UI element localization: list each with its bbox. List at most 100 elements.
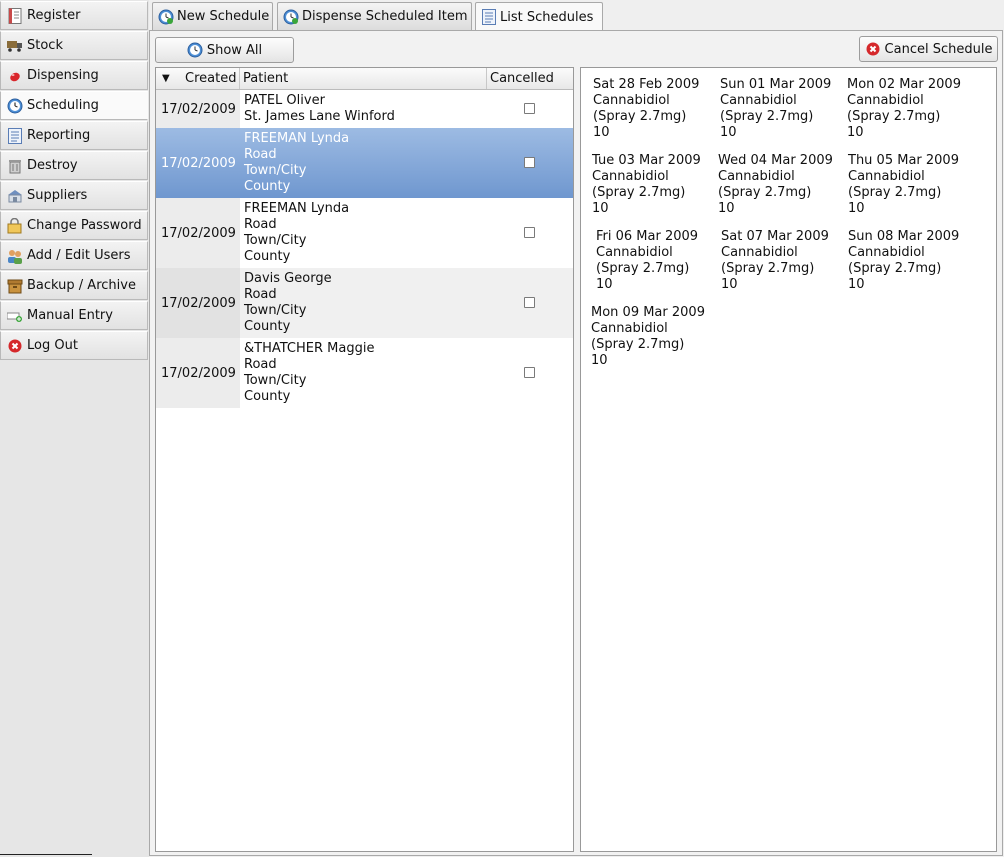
entry-drug: Cannabidiol: [847, 93, 924, 108]
created-cell: 17/02/2009: [161, 155, 236, 171]
schedule-entry[interactable]: Thu 05 Mar 2009 Cannabidiol (Spray 2.7mg…: [848, 153, 959, 217]
entry-date: Thu 05 Mar 2009: [848, 153, 959, 168]
table-row[interactable]: 17/02/2009 FREEMAN Lynda Road Town/City …: [156, 198, 573, 268]
patient-town: Town/City: [244, 233, 307, 248]
sidebar-item-reporting[interactable]: Reporting: [0, 121, 148, 150]
sidebar-item-label: Change Password: [27, 218, 142, 233]
entry-form: (Spray 2.7mg): [848, 261, 942, 276]
cancelled-checkbox[interactable]: [524, 297, 535, 308]
sidebar-item-scheduling[interactable]: Scheduling: [0, 91, 148, 120]
entry-drug: Cannabidiol: [596, 245, 673, 260]
sidebar-item-log-out[interactable]: Log Out: [0, 331, 148, 360]
sidebar-item-add-edit-users[interactable]: Add / Edit Users: [0, 241, 148, 270]
created-cell: 17/02/2009: [156, 338, 240, 408]
sidebar-item-label: Register: [27, 8, 81, 23]
sidebar: Register Stock Dispensing Scheduling Rep…: [0, 0, 149, 857]
schedule-entry[interactable]: Mon 09 Mar 2009 Cannabidiol (Spray 2.7mg…: [591, 305, 705, 369]
table-row[interactable]: 17/02/2009 PATEL Oliver St. James Lane W…: [156, 90, 573, 128]
sidebar-item-register[interactable]: Register: [0, 1, 148, 30]
patient-name: FREEMAN Lynda: [244, 131, 350, 146]
archive-icon: [7, 278, 23, 294]
entry-drug: Cannabidiol: [593, 93, 670, 108]
clock-dispense-icon: [283, 9, 299, 25]
entry-form: (Spray 2.7mg): [593, 109, 687, 124]
cancelled-checkbox[interactable]: [524, 367, 535, 378]
created-cell: 17/02/2009: [156, 90, 240, 128]
sidebar-divider: [0, 854, 92, 855]
cancelled-checkbox[interactable]: [524, 227, 535, 238]
entry-date: Fri 06 Mar 2009: [596, 229, 699, 244]
sidebar-item-backup-archive[interactable]: Backup / Archive: [0, 271, 148, 300]
sidebar-item-destroy[interactable]: Destroy: [0, 151, 148, 180]
truck-icon: [7, 38, 23, 54]
logout-icon: [7, 338, 23, 354]
tab-list-schedules[interactable]: List Schedules: [475, 2, 603, 31]
entry-date: Wed 04 Mar 2009: [718, 153, 833, 168]
column-created[interactable]: ▼ Created: [156, 68, 240, 89]
patient-town: Town/City: [244, 303, 307, 318]
table-header: ▼ Created Patient Cancelled: [156, 68, 573, 90]
schedule-entry[interactable]: Sun 01 Mar 2009 Cannabidiol (Spray 2.7mg…: [720, 77, 831, 141]
entry-drug: Cannabidiol: [592, 169, 669, 184]
schedule-entry[interactable]: Sun 08 Mar 2009 Cannabidiol (Spray 2.7mg…: [848, 229, 959, 293]
column-cancelled[interactable]: Cancelled: [487, 68, 573, 89]
sidebar-item-label: Manual Entry: [27, 308, 113, 323]
schedule-entry[interactable]: Sat 28 Feb 2009 Cannabidiol (Spray 2.7mg…: [593, 77, 699, 141]
schedule-entry[interactable]: Wed 04 Mar 2009 Cannabidiol (Spray 2.7mg…: [718, 153, 833, 217]
column-patient-label: Patient: [243, 71, 289, 86]
sidebar-item-manual-entry[interactable]: Manual Entry: [0, 301, 148, 330]
sidebar-item-dispensing[interactable]: Dispensing: [0, 61, 148, 90]
table-row[interactable]: 17/02/2009 &THATCHER Maggie Road Town/Ci…: [156, 338, 573, 408]
patient-county: County: [244, 389, 291, 404]
patient-name: &THATCHER Maggie: [244, 341, 375, 356]
tab-dispense-scheduled-item[interactable]: Dispense Scheduled Item: [277, 2, 472, 30]
patient-town: Town/City: [244, 373, 307, 388]
register-icon: [7, 7, 23, 24]
pill-icon: [7, 68, 23, 84]
cancelled-checkbox[interactable]: [524, 157, 535, 168]
schedule-entry[interactable]: Sat 07 Mar 2009 Cannabidiol (Spray 2.7mg…: [721, 229, 829, 293]
entry-date: Sun 01 Mar 2009: [720, 77, 832, 92]
table-row[interactable]: 17/02/2009 FREEMAN Lynda Road Town/City …: [156, 128, 573, 198]
created-cell: 17/02/2009: [156, 268, 240, 338]
patient-cell: PATEL Oliver St. James Lane Winford: [244, 93, 395, 125]
users-icon: [7, 248, 23, 264]
column-cancelled-label: Cancelled: [490, 71, 554, 86]
column-patient[interactable]: Patient: [240, 68, 487, 89]
entry-drug: Cannabidiol: [718, 169, 795, 184]
cancel-schedule-label: Cancel Schedule: [884, 41, 993, 57]
schedule-entry[interactable]: Mon 02 Mar 2009 Cannabidiol (Spray 2.7mg…: [847, 77, 961, 141]
entry-quantity: 10: [848, 277, 865, 292]
entry-form: (Spray 2.7mg): [848, 185, 942, 200]
tab-label: New Schedule: [177, 9, 270, 24]
created-cell: 17/02/2009: [156, 198, 240, 268]
sidebar-item-label: Log Out: [27, 338, 78, 353]
table-row[interactable]: 17/02/2009 Davis George Road Town/City C…: [156, 268, 573, 338]
entry-drug: Cannabidiol: [720, 93, 797, 108]
entry-drug: Cannabidiol: [721, 245, 798, 260]
sidebar-item-suppliers[interactable]: Suppliers: [0, 181, 148, 210]
show-all-button[interactable]: Show All: [155, 37, 294, 63]
patient-county: County: [244, 249, 291, 264]
report-icon: [7, 127, 23, 144]
tab-bar: New Schedule Dispense Scheduled Item Lis…: [149, 0, 1004, 31]
patient-address: Road: [244, 147, 277, 162]
sidebar-item-label: Backup / Archive: [27, 278, 136, 293]
entry-form: (Spray 2.7mg): [720, 109, 814, 124]
patient-cell: FREEMAN Lynda Road Town/City County: [244, 201, 349, 265]
sidebar-item-change-password[interactable]: Change Password: [0, 211, 148, 240]
cancelled-checkbox[interactable]: [524, 103, 535, 114]
patient-name: FREEMAN Lynda: [244, 201, 350, 216]
schedule-entry[interactable]: Fri 06 Mar 2009 Cannabidiol (Spray 2.7mg…: [596, 229, 698, 293]
entry-quantity: 10: [720, 125, 737, 140]
tab-new-schedule[interactable]: New Schedule: [152, 2, 273, 30]
bin-icon: [7, 158, 23, 174]
cancel-icon: [865, 41, 881, 57]
schedule-entry[interactable]: Tue 03 Mar 2009 Cannabidiol (Spray 2.7mg…: [592, 153, 701, 217]
cancel-schedule-button[interactable]: Cancel Schedule: [859, 36, 998, 62]
entry-form: (Spray 2.7mg): [718, 185, 812, 200]
entry-quantity: 10: [718, 201, 735, 216]
sidebar-item-stock[interactable]: Stock: [0, 31, 148, 60]
sidebar-item-label: Add / Edit Users: [27, 248, 131, 263]
sidebar-item-label: Reporting: [27, 128, 91, 143]
